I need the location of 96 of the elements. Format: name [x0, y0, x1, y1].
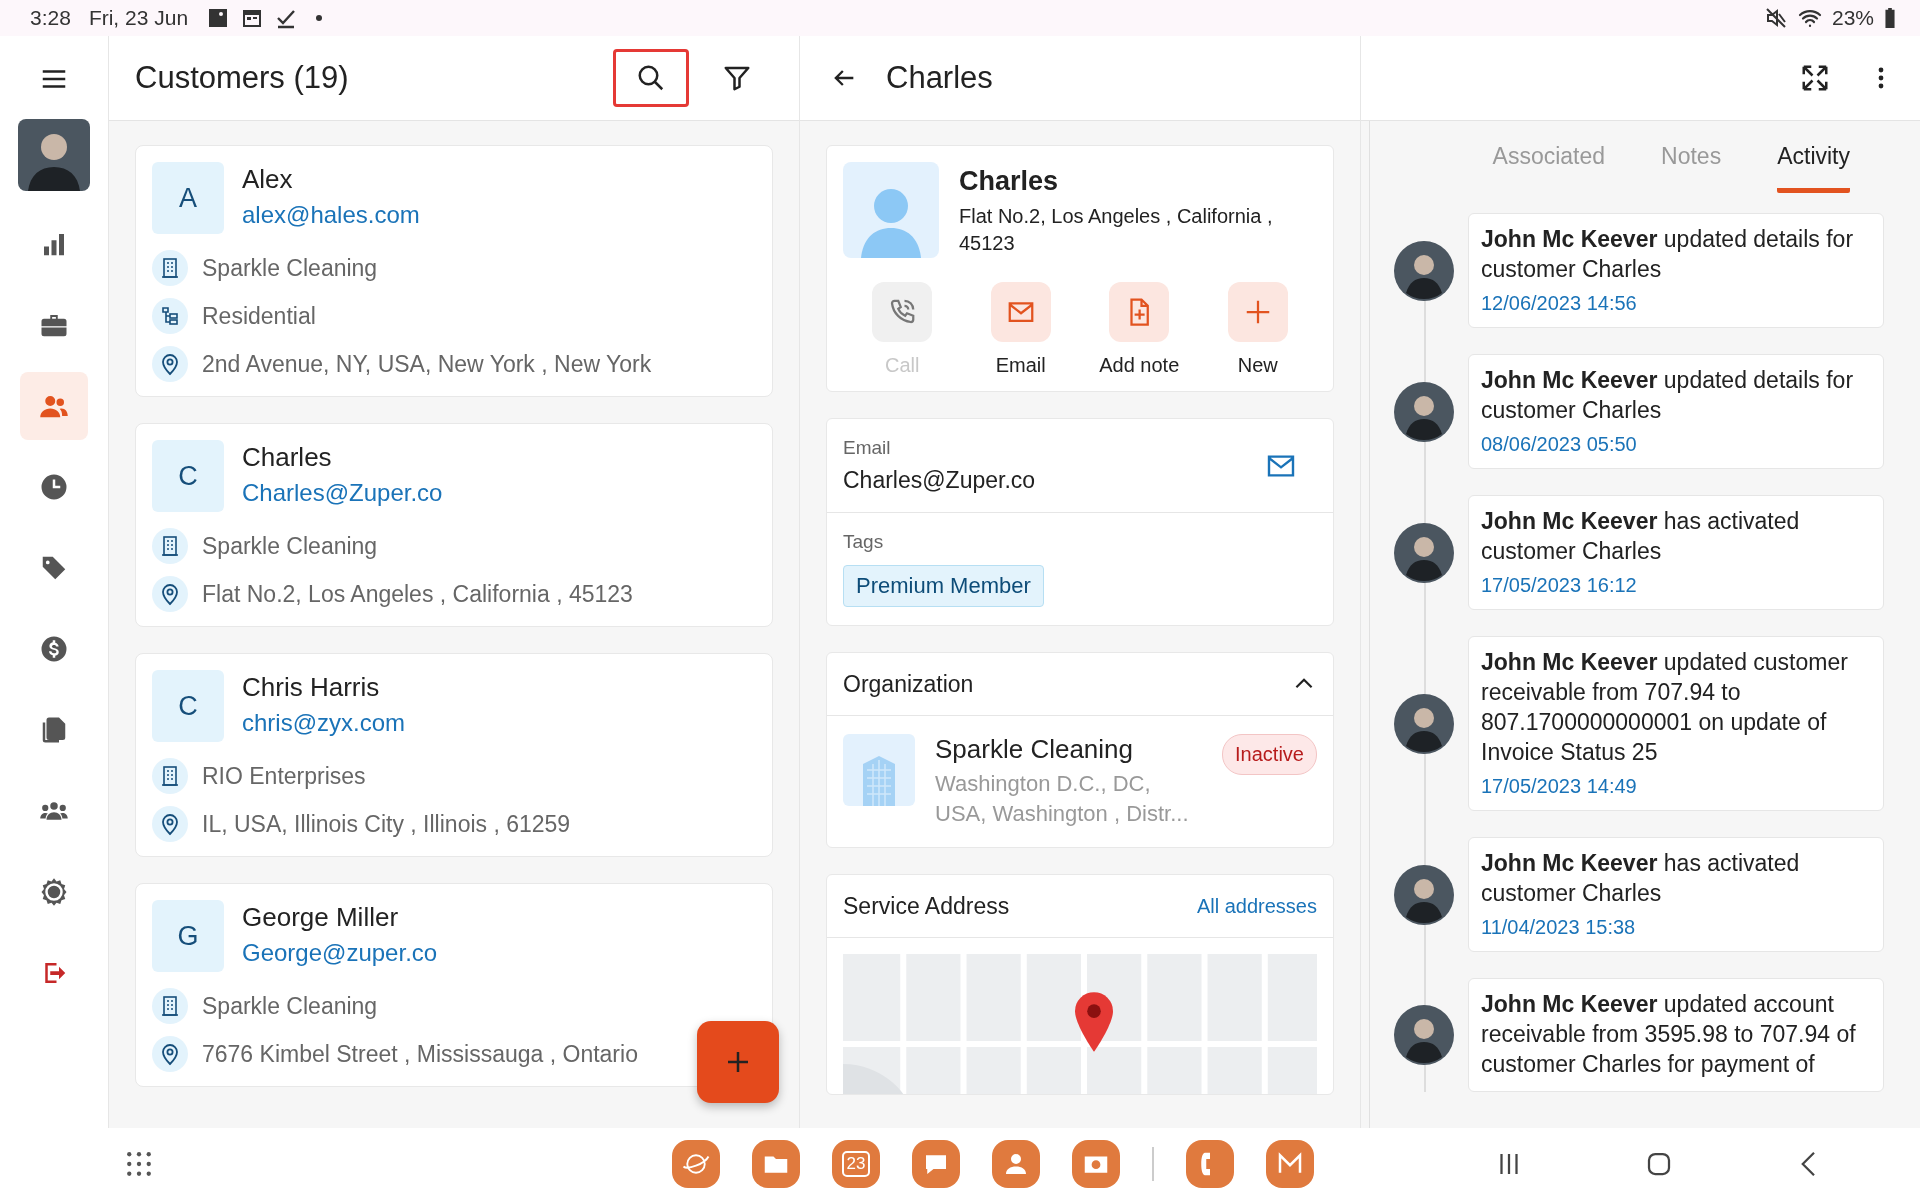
- customer-detail: 2nd Avenue, NY, USA, New York , New York: [202, 350, 652, 378]
- activity-text: John Mc Keever updated details for customer Charles: [1481, 366, 1855, 425]
- section-title: Organization: [843, 670, 975, 698]
- action-button[interactable]: New: [1202, 282, 1313, 377]
- map-pin-icon: [1075, 992, 1113, 1052]
- status-date: Fri, 23 Jun: [88, 6, 189, 30]
- profile-name: Charles: [959, 166, 1060, 197]
- action-button[interactable]: Add note: [1084, 282, 1195, 377]
- location-pin-icon: [152, 576, 188, 612]
- activity-time: 17/05/2023 14:49: [1481, 775, 1638, 798]
- initial-avatar: A: [152, 162, 224, 234]
- tab[interactable]: Activity: [1777, 143, 1850, 193]
- activity-time: 08/06/2023 05:50: [1481, 433, 1638, 456]
- section-title: Service Address: [843, 892, 1011, 920]
- location-pin-icon: [152, 806, 188, 842]
- customer-detail: Residential: [202, 302, 316, 330]
- activity-text: John Mc Keever updated details for customer Charles: [1481, 225, 1855, 284]
- user-avatar: [1394, 1005, 1454, 1065]
- building-icon: [152, 528, 188, 564]
- chat-app-icon[interactable]: [912, 1140, 960, 1188]
- planet-app-icon[interactable]: [672, 1140, 720, 1188]
- user-avatar: [1394, 381, 1454, 442]
- clock-icon: [39, 472, 69, 502]
- add-customer-button[interactable]: [697, 1021, 779, 1103]
- battery-percent: 23%: [1831, 6, 1874, 30]
- activity-text: John Mc Keever has activated customer Charles: [1481, 507, 1801, 566]
- detail-title: Charles: [886, 60, 993, 96]
- hierarchy-icon: [152, 298, 188, 334]
- activity-text: John Mc Keever updated customer receivable from 707.94 to 807.1700000000001 on update of Invoice Status 25: [1481, 648, 1849, 767]
- all-addresses-link[interactable]: All addresses: [1196, 894, 1317, 918]
- customer-name: Alex: [242, 164, 294, 195]
- user-avatar: [1394, 240, 1454, 301]
- user-avatar: [1394, 522, 1454, 583]
- customer-detail: Sparkle Cleaning: [202, 254, 378, 282]
- user-avatar: [1394, 864, 1454, 925]
- customer-email: Charles@Zuper.co: [242, 479, 443, 507]
- customer-card[interactable]: C Charles Charles@Zuper.co Sparkle Cleaning Flat No.2, Los Angeles , California , 45123: [135, 423, 773, 627]
- customer-detail: Sparkle Cleaning: [202, 992, 378, 1020]
- customer-detail: RIO Enterprises: [202, 762, 366, 790]
- initial-avatar: G: [152, 900, 224, 972]
- customer-card[interactable]: G George Miller George@zuper.co Sparkle Cleaning 7676 Kimbel Street , Mississauga , Ontario: [135, 883, 773, 1087]
- customer-email: George@zuper.co: [242, 939, 438, 967]
- profile-address: Flat No.2, Los Angeles , California , 45123: [959, 204, 1274, 256]
- customer-detail: IL, USA, Illinois City , Illinois , 61259: [202, 810, 571, 838]
- location-pin-icon: [152, 1036, 188, 1072]
- initial-avatar: C: [152, 670, 224, 742]
- activity-time: 12/06/2023 14:56: [1481, 292, 1638, 315]
- more-options-icon[interactable]: [1878, 65, 1884, 91]
- customer-email: chris@zyx.com: [242, 709, 406, 737]
- activity-time: 11/04/2023 15:38: [1481, 916, 1637, 939]
- settings-icon: [39, 877, 69, 907]
- building-icon: [152, 250, 188, 286]
- action-button[interactable]: Email: [965, 282, 1076, 377]
- dollar-icon: [39, 634, 69, 664]
- status-badge: Inactive: [1222, 734, 1317, 775]
- building-picture-icon: [843, 734, 915, 806]
- folder-app-icon[interactable]: [752, 1140, 800, 1188]
- email-value: Charles@Zuper.co: [843, 467, 1037, 494]
- customer-detail: Sparkle Cleaning: [202, 532, 378, 560]
- organization-address: Washington D.C., DC, USA, Washington , Distr...: [935, 770, 1190, 828]
- dot-icon: [316, 15, 323, 21]
- customer-name: Chris Harris: [242, 672, 381, 703]
- customer-card[interactable]: A Alex alex@hales.com Sparkle Cleaning Residential 2nd Avenue, NY, USA, New York , New York: [135, 145, 773, 397]
- user-avatar: [1394, 693, 1454, 754]
- field-label: Email: [843, 437, 892, 459]
- profile-avatar[interactable]: [18, 119, 90, 191]
- initial-avatar: C: [152, 440, 224, 512]
- location-pin-icon: [152, 346, 188, 382]
- customer-card[interactable]: C Chris Harris chris@zyx.com RIO Enterprises IL, USA, Illinois City , Illinois , 61259: [135, 653, 773, 857]
- search-icon: [636, 63, 666, 93]
- customer-name: George Miller: [242, 902, 400, 933]
- mail-app-icon[interactable]: [1266, 1140, 1314, 1188]
- activity-time: 17/05/2023 16:12: [1481, 574, 1638, 597]
- search-button[interactable]: [613, 49, 689, 107]
- apps-grid-icon[interactable]: [126, 1151, 152, 1177]
- field-label: Tags: [843, 531, 884, 553]
- mute-icon: [1763, 6, 1788, 30]
- customer-email: alex@hales.com: [242, 201, 420, 229]
- customer-detail: Flat No.2, Los Angeles , California , 45123: [202, 580, 633, 608]
- building-icon: [152, 988, 188, 1024]
- activity-text: John Mc Keever updated account receivable from 3595.98 to 707.94 of customer Charles for payment of: [1481, 990, 1857, 1079]
- camera-app-icon[interactable]: [1072, 1140, 1120, 1188]
- contact-app-icon[interactable]: [992, 1140, 1040, 1188]
- status-time: 3:28: [30, 6, 71, 30]
- sidebar-item[interactable]: [20, 372, 88, 440]
- building-icon: [152, 758, 188, 794]
- customer-detail: 7676 Kimbel Street , Mississauga , Ontario: [202, 1040, 638, 1068]
- battery-icon: [1884, 8, 1896, 28]
- customer-name: Charles: [242, 442, 333, 473]
- activity-text: John Mc Keever has activated customer Charles: [1481, 849, 1801, 908]
- phone-app-icon[interactable]: [1186, 1140, 1234, 1188]
- expand-icon[interactable]: [1800, 63, 1830, 93]
- tag-chip: Premium Member: [843, 565, 1044, 607]
- organization-name: Sparkle Cleaning: [935, 734, 1134, 765]
- person-placeholder-icon: [843, 162, 939, 258]
- list-title: Customers (19): [135, 60, 350, 96]
